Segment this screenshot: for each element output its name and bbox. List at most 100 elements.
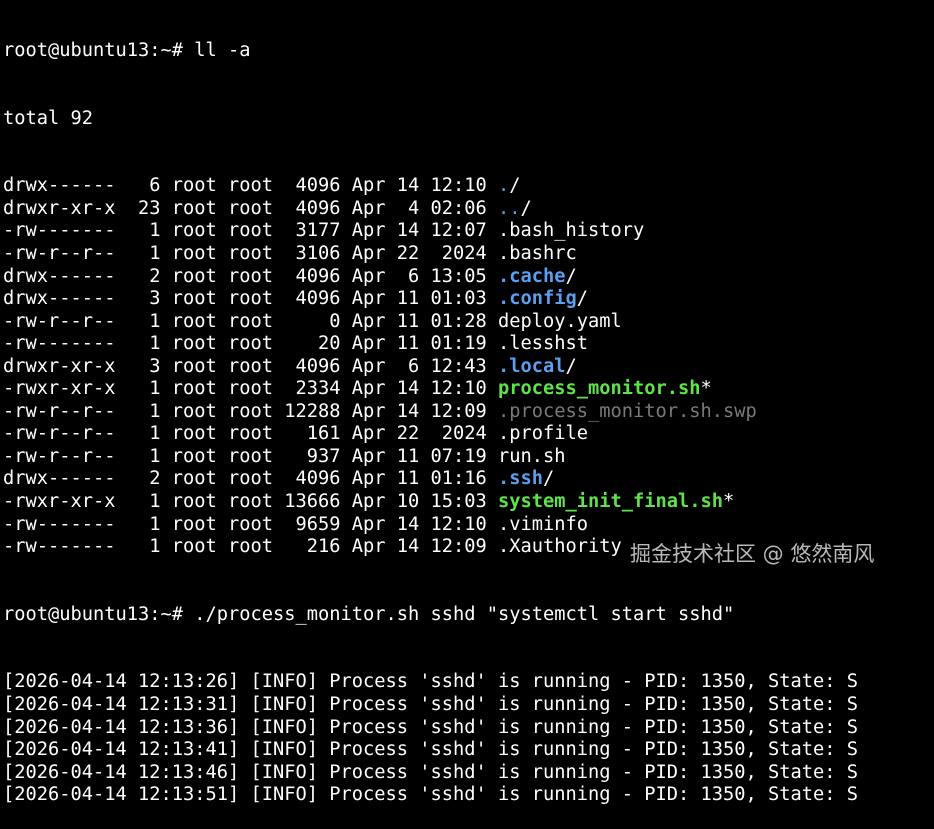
listing-row: -rw-r--r-- 1 root root 3106 Apr 22 2024 .bashrc bbox=[3, 243, 933, 266]
listing-row: -rw------- 1 root root 9659 Apr 14 12:10 .viminf… bbox=[3, 514, 933, 537]
listing-row: -rw-r--r-- 1 root root 161 Apr 22 2024 .profile bbox=[3, 423, 933, 446]
permissions: -rw-r--r-- bbox=[3, 445, 116, 467]
day: 14 bbox=[396, 400, 420, 422]
file-size: 161 bbox=[306, 423, 341, 445]
permissions: -rw------- bbox=[3, 220, 116, 242]
owner: root bbox=[171, 468, 217, 490]
file-name-text: .profile bbox=[498, 423, 589, 445]
file-type-suffix: / bbox=[565, 265, 577, 287]
file-size: 216 bbox=[306, 536, 341, 558]
permissions: -rw-r--r-- bbox=[3, 423, 116, 445]
link-count: 1 bbox=[149, 513, 161, 535]
group: root bbox=[228, 288, 274, 310]
file-size: 4096 bbox=[295, 355, 341, 377]
listing-row: drwx------ 3 root root 4096 Apr 11 01:03 .config… bbox=[3, 288, 933, 311]
month: Apr bbox=[351, 468, 386, 490]
group: root bbox=[228, 265, 274, 287]
file-name-text: system_init_final.sh bbox=[498, 491, 724, 513]
listing-row: -rwxr-xr-x 1 root root 2334 Apr 14 12:10 process… bbox=[3, 378, 933, 401]
day: 22 bbox=[396, 423, 420, 445]
log-line: [2026-04-14 12:13:46] [INFO] Process 'ss… bbox=[3, 761, 859, 783]
file-name: .cache/ bbox=[498, 266, 577, 289]
permissions: drwx------ bbox=[3, 288, 116, 310]
month: Apr bbox=[351, 243, 386, 265]
time: 12:09 bbox=[430, 400, 487, 422]
file-name: .ssh/ bbox=[498, 468, 554, 491]
file-type-suffix: / bbox=[509, 175, 521, 197]
month: Apr bbox=[351, 423, 386, 445]
file-name: ../ bbox=[498, 198, 532, 221]
group: root bbox=[228, 197, 274, 219]
link-count: 3 bbox=[149, 355, 161, 377]
link-count: 2 bbox=[149, 468, 161, 490]
day: 14 bbox=[396, 536, 420, 558]
file-size: 4096 bbox=[295, 288, 341, 310]
month: Apr bbox=[351, 220, 386, 242]
group: root bbox=[228, 423, 274, 445]
permissions: -rw------- bbox=[3, 536, 116, 558]
permissions: drwxr-xr-x bbox=[3, 355, 116, 377]
day: 4 bbox=[407, 197, 420, 219]
month: Apr bbox=[351, 400, 386, 422]
file-name: .lesshst bbox=[498, 333, 588, 356]
group: root bbox=[228, 220, 274, 242]
group: root bbox=[228, 445, 274, 467]
month: Apr bbox=[351, 355, 386, 377]
owner: root bbox=[171, 513, 217, 535]
listing-row: drwxr-xr-x 3 root root 4096 Apr 6 12:43 .local/ bbox=[3, 356, 933, 379]
file-name-text: .. bbox=[498, 197, 521, 219]
link-count: 1 bbox=[149, 491, 161, 513]
file-name: system_init_final.sh* bbox=[498, 491, 734, 514]
month: Apr bbox=[351, 445, 386, 467]
link-count: 2 bbox=[149, 265, 161, 287]
file-size: 9659 bbox=[295, 513, 341, 535]
month: Apr bbox=[351, 197, 386, 219]
permissions: -rwxr-xr-x bbox=[3, 378, 116, 400]
file-name: deploy.yaml bbox=[498, 311, 622, 334]
permissions: drwxr-xr-x bbox=[3, 197, 116, 219]
permissions: -rw------- bbox=[3, 333, 116, 355]
owner: root bbox=[171, 333, 217, 355]
file-size: 13666 bbox=[284, 491, 341, 513]
file-name-text: .Xauthority bbox=[498, 536, 622, 558]
file-size: 4096 bbox=[295, 197, 341, 219]
terminal-output[interactable]: root@ubuntu13:~# ll -a total 92 drwx----… bbox=[3, 0, 933, 829]
file-name-text: .viminfo bbox=[498, 513, 589, 535]
day: 10 bbox=[396, 491, 420, 513]
owner: root bbox=[171, 288, 217, 310]
permissions: -rw-r--r-- bbox=[3, 310, 116, 332]
day: 14 bbox=[396, 220, 420, 242]
time: 13:05 bbox=[430, 265, 487, 287]
permissions: -rwxr-xr-x bbox=[3, 491, 116, 513]
day: 14 bbox=[396, 378, 420, 400]
time: 12:09 bbox=[430, 536, 487, 558]
link-count: 1 bbox=[149, 400, 161, 422]
listing-row: drwx------ 2 root root 4096 Apr 11 01:16 .ssh/ bbox=[3, 468, 933, 491]
group: root bbox=[228, 175, 274, 197]
owner: root bbox=[171, 355, 217, 377]
file-type-suffix: / bbox=[520, 197, 532, 219]
day: 11 bbox=[396, 333, 420, 355]
log-line: [2026-04-14 12:13:41] [INFO] Process 'ss… bbox=[3, 739, 859, 761]
file-name: .local/ bbox=[498, 356, 577, 379]
owner: root bbox=[171, 423, 217, 445]
owner: root bbox=[171, 536, 217, 558]
group: root bbox=[228, 310, 274, 332]
file-name-text: .cache bbox=[498, 265, 566, 287]
owner: root bbox=[171, 175, 217, 197]
file-type-suffix: / bbox=[543, 468, 555, 490]
file-name-text: .bash_history bbox=[498, 220, 645, 242]
file-size: 4096 bbox=[295, 468, 341, 490]
month: Apr bbox=[351, 491, 386, 513]
listing-total: total 92 bbox=[3, 107, 94, 129]
time: 01:28 bbox=[430, 310, 487, 332]
group: root bbox=[228, 333, 274, 355]
file-name: .viminfo bbox=[498, 514, 588, 537]
time: 12:10 bbox=[430, 378, 487, 400]
month: Apr bbox=[351, 378, 386, 400]
owner: root bbox=[171, 378, 217, 400]
file-name-text: process_monitor.sh bbox=[498, 378, 701, 400]
month: Apr bbox=[351, 310, 386, 332]
owner: root bbox=[171, 197, 217, 219]
time: 12:10 bbox=[430, 175, 487, 197]
